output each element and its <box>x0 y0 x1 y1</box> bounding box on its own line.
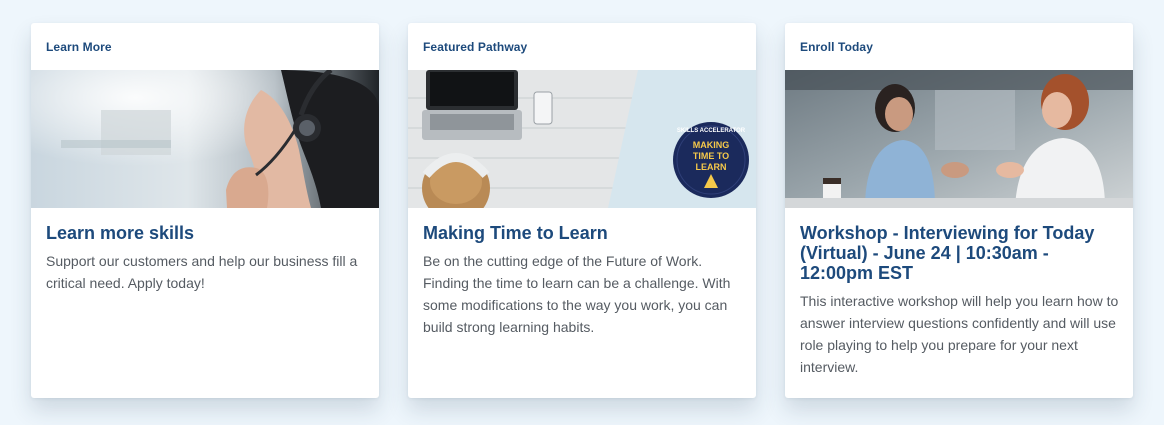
card-eyebrow: Learn More <box>46 40 112 54</box>
card-description: Be on the cutting edge of the Future of … <box>423 253 731 335</box>
svg-text:LEARN: LEARN <box>696 162 727 172</box>
card-learn-more-skills[interactable]: Learn More Learn more skills Support our… <box>31 23 379 398</box>
card-interviewing-workshop[interactable]: Enroll Today Workshop - Interviewing for… <box>785 23 1133 398</box>
card-description: This interactive workshop will help you … <box>800 293 1119 375</box>
card-title[interactable]: Learn more skills <box>46 223 365 243</box>
svg-text:MAKING: MAKING <box>693 140 730 150</box>
svg-text:SKILLS ACCELERATOR: SKILLS ACCELERATOR <box>677 128 746 134</box>
card-title[interactable]: Making Time to Learn <box>423 223 742 243</box>
laptop-desk-photo: SKILLS ACCELERATOR MAKING TIME TO LEARN <box>408 70 756 208</box>
interview-meeting-photo <box>785 70 1133 208</box>
svg-text:TIME TO: TIME TO <box>693 151 729 161</box>
customer-service-photo <box>31 70 379 208</box>
card-title[interactable]: Workshop - Interviewing for Today (Virtu… <box>800 223 1119 283</box>
card-eyebrow: Enroll Today <box>800 40 873 54</box>
skills-accelerator-badge: SKILLS ACCELERATOR MAKING TIME TO LEARN <box>673 122 749 198</box>
card-description: Support our customers and help our busin… <box>46 253 358 291</box>
card-eyebrow: Featured Pathway <box>423 40 528 54</box>
card-making-time-to-learn[interactable]: Featured Pathway SKILLS ACCELERATOR MAKI… <box>408 23 756 398</box>
